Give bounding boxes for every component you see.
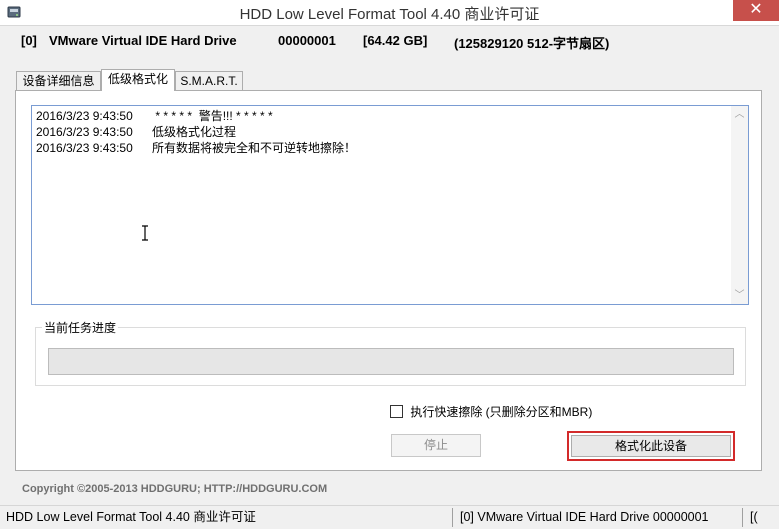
log-scrollbar[interactable]: ︿ ﹀	[731, 106, 748, 304]
low-level-format-panel: 2016/3/23 9:43:50 * * * * * 警告!!! * * * …	[15, 90, 762, 471]
window-title: HDD Low Level Format Tool 4.40 商业许可证	[239, 6, 540, 23]
quick-wipe-option[interactable]: 执行快速擦除 (只删除分区和MBR)	[390, 404, 592, 420]
drive-info: [0] VMware Virtual IDE Hard Drive 000000…	[8, 28, 770, 54]
progress-bar	[48, 348, 734, 375]
log-lines: 2016/3/23 9:43:50 * * * * * 警告!!! * * * …	[36, 108, 730, 156]
status-app: HDD Low Level Format Tool 4.40 商业许可证	[6, 508, 453, 527]
scroll-up-icon[interactable]: ︿	[731, 106, 748, 123]
drive-index: [0]	[21, 33, 37, 48]
log-timestamp: 2016/3/23 9:43:50	[36, 141, 133, 155]
log-output[interactable]: 2016/3/23 9:43:50 * * * * * 警告!!! * * * …	[31, 105, 749, 305]
drive-serial: 00000001	[278, 33, 336, 48]
log-message: 所有数据将被完全和不可逆转地擦除！	[152, 141, 357, 155]
quick-wipe-label: 执行快速擦除 (只删除分区和MBR)	[410, 405, 593, 419]
progress-group: 当前任务进度	[35, 319, 746, 386]
status-bar: HDD Low Level Format Tool 4.40 商业许可证 [0]…	[0, 505, 779, 529]
title-bar: HDD Low Level Format Tool 4.40 商业许可证 ✕	[0, 0, 779, 26]
log-timestamp: 2016/3/23 9:43:50	[36, 125, 133, 139]
tab-device-details[interactable]: 设备详细信息	[16, 71, 101, 90]
tab-label: S.M.A.R.T.	[180, 74, 238, 88]
tab-label: 低级格式化	[107, 72, 168, 86]
log-line: 2016/3/23 9:43:50 所有数据将被完全和不可逆转地擦除！	[36, 140, 730, 156]
drive-size: [64.42 GB]	[363, 33, 428, 48]
stop-button[interactable]: 停止	[391, 434, 481, 457]
tab-low-level-format[interactable]: 低级格式化	[101, 69, 175, 91]
scroll-down-icon[interactable]: ﹀	[731, 287, 748, 304]
log-message: 低级格式化过程	[152, 125, 237, 139]
close-button[interactable]: ✕	[733, 0, 779, 21]
text-cursor-icon	[142, 225, 148, 241]
log-timestamp: 2016/3/23 9:43:50	[36, 109, 133, 123]
copyright-text: Copyright ©2005-2013 HDDGURU; HTTP://HDD…	[22, 483, 328, 495]
drive-sectors: (125829120 512-字节扇区)	[454, 36, 610, 51]
status-drive: [0] VMware Virtual IDE Hard Drive 000000…	[460, 508, 743, 527]
log-message: * * * * * 警告!!! * * * * *	[152, 109, 273, 123]
status-trailing: [(	[750, 510, 758, 524]
close-icon: ✕	[749, 1, 763, 18]
tab-smart[interactable]: S.M.A.R.T.	[175, 71, 243, 90]
format-device-button[interactable]: 格式化此设备	[571, 435, 731, 457]
log-line: 2016/3/23 9:43:50 * * * * * 警告!!! * * * …	[36, 108, 730, 124]
format-button-highlight: 格式化此设备	[567, 431, 735, 461]
tab-label: 设备详细信息	[22, 74, 95, 88]
quick-wipe-checkbox[interactable]	[390, 405, 403, 418]
log-line: 2016/3/23 9:43:50 低级格式化过程	[36, 124, 730, 140]
progress-label: 当前任务进度	[42, 319, 119, 336]
drive-name: VMware Virtual IDE Hard Drive	[49, 33, 237, 48]
